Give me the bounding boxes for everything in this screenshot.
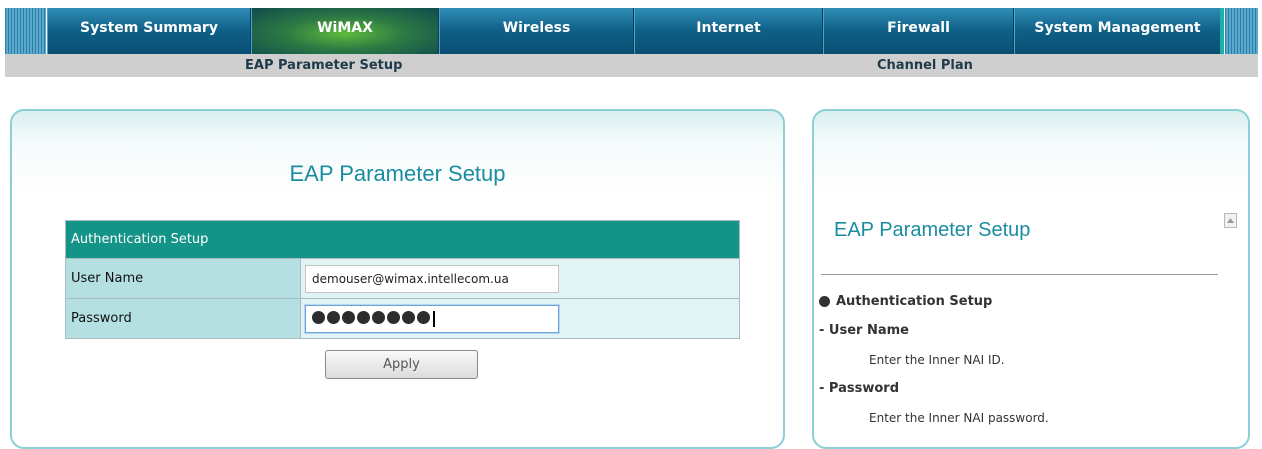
divider (821, 274, 1218, 275)
password-dot (402, 310, 415, 324)
help-desc-password: Enter the Inner NAI password. (869, 411, 1049, 425)
bullet-icon (819, 296, 830, 307)
password-input[interactable] (305, 304, 559, 333)
password-mask (312, 310, 432, 327)
top-navigation: System Summary WiMAX Wireless Internet F… (0, 0, 1262, 56)
username-input[interactable] (305, 264, 559, 293)
tab-label: Internet (696, 20, 761, 36)
help-section-label: Authentication Setup (836, 294, 993, 309)
table-row: Password (65, 298, 740, 339)
table-row: User Name (65, 258, 740, 299)
tab-label: Firewall (887, 20, 950, 36)
tab-label: System Management (1034, 20, 1201, 36)
nav-decoration-right (1225, 8, 1258, 54)
tab-label: WiMAX (317, 20, 373, 36)
password-dot (312, 310, 325, 324)
authentication-setup-header: Authentication Setup (65, 220, 740, 259)
username-cell (300, 258, 740, 299)
tab-label: System Summary (80, 20, 218, 36)
help-section-heading: Authentication Setup (819, 294, 992, 309)
help-panel: EAP Parameter Setup Authentication Setup… (812, 109, 1250, 449)
help-desc-username: Enter the Inner NAI ID. (869, 353, 1005, 367)
nav-decoration-left (5, 8, 46, 54)
help-title: EAP Parameter Setup (834, 219, 1031, 241)
password-label: Password (65, 298, 301, 339)
tab-firewall[interactable]: Firewall (823, 8, 1014, 54)
tab-wireless[interactable]: Wireless (439, 8, 634, 54)
password-dot (387, 310, 400, 324)
sub-navigation: EAP Parameter Setup Channel Plan (5, 54, 1258, 77)
tab-internet[interactable]: Internet (634, 8, 823, 54)
password-dot (327, 310, 340, 324)
tab-wimax[interactable]: WiMAX (251, 8, 439, 54)
apply-button[interactable]: Apply (325, 350, 478, 379)
password-dot (342, 310, 355, 324)
username-label: User Name (65, 258, 301, 299)
tab-system-summary[interactable]: System Summary (47, 8, 251, 54)
password-cell (300, 298, 740, 339)
password-dot (417, 310, 430, 324)
tab-label: Wireless (502, 20, 571, 36)
authentication-setup-table: Authentication Setup User Name Password (65, 220, 740, 339)
help-term-password: - Password (819, 381, 900, 396)
text-caret (433, 310, 435, 327)
content-panel: EAP Parameter Setup Authentication Setup… (10, 109, 785, 449)
help-term-username: - User Name (819, 323, 909, 338)
main-nav-bar: System Summary WiMAX Wireless Internet F… (47, 8, 1224, 54)
page-title: EAP Parameter Setup (289, 161, 506, 186)
scroll-up-arrow-icon[interactable] (1224, 213, 1237, 228)
tab-system-management[interactable]: System Management (1014, 8, 1224, 54)
table-header-row: Authentication Setup (65, 220, 740, 259)
password-dot (357, 310, 370, 324)
subnav-channel-plan[interactable]: Channel Plan (877, 58, 973, 73)
password-dot (372, 310, 385, 324)
subnav-eap-parameter-setup[interactable]: EAP Parameter Setup (245, 58, 402, 73)
